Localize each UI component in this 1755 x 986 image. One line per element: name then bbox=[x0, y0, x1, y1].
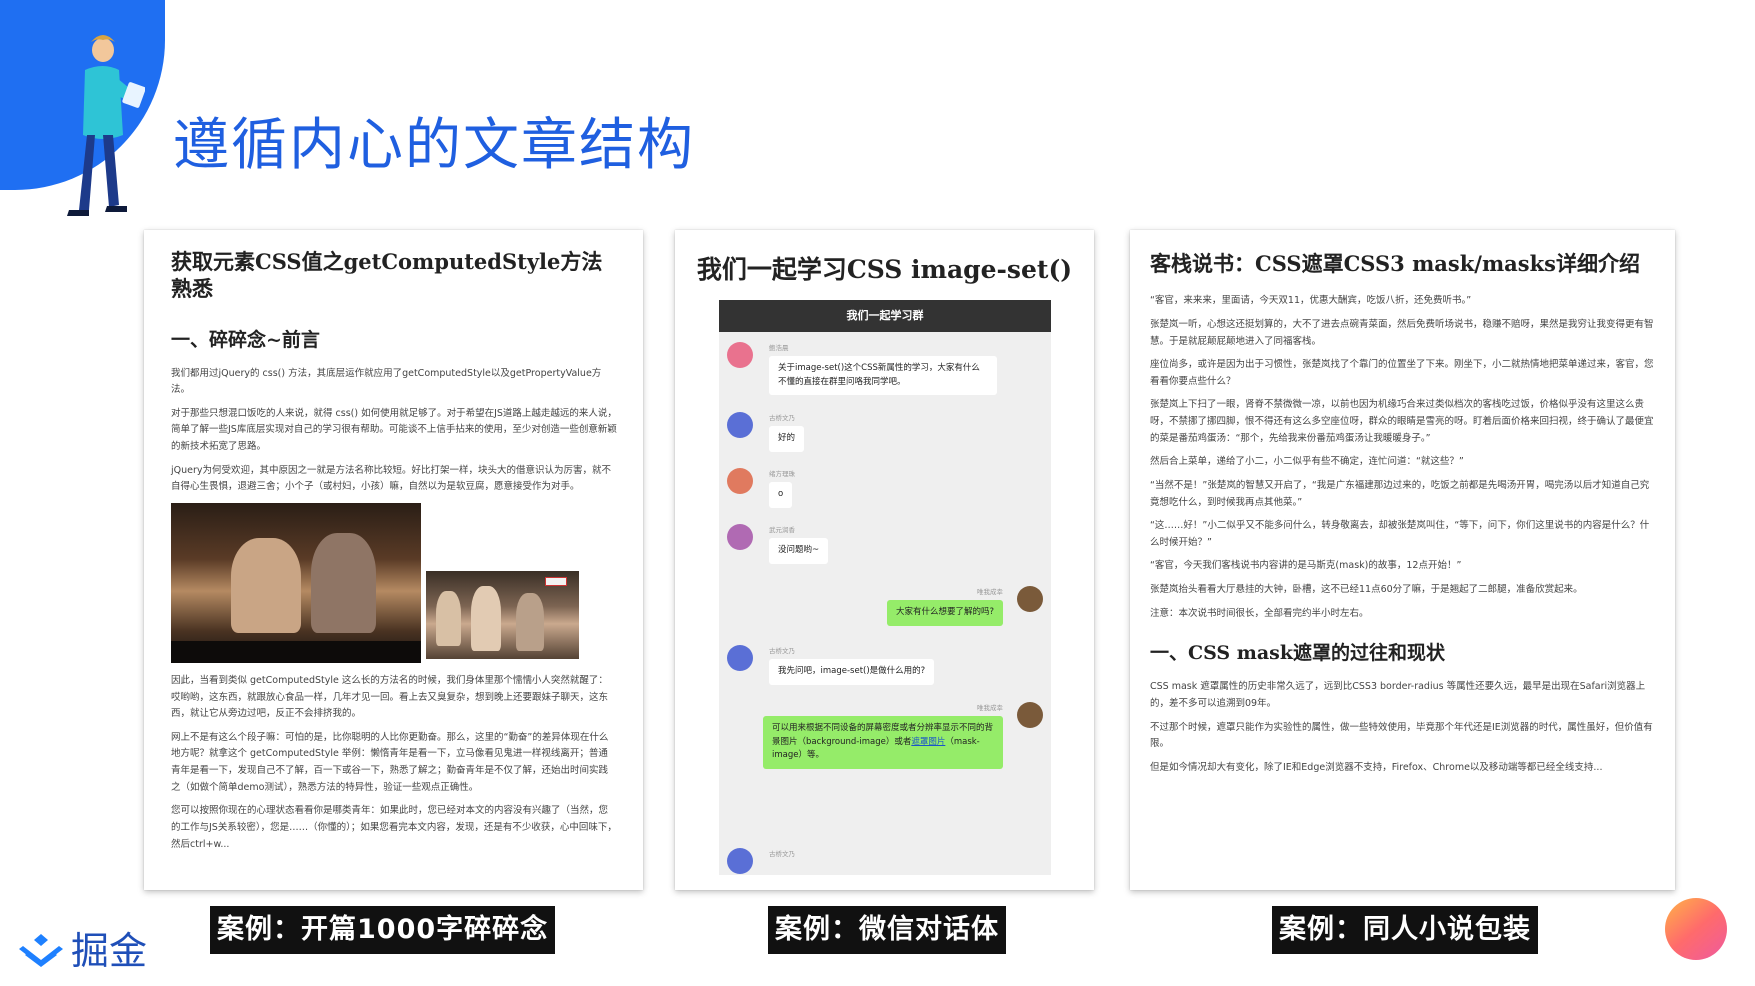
article-title: 我们一起学习CSS image-set() bbox=[696, 255, 1073, 284]
article-paragraph: 对于那些只想混口饭吃的人来说，就得 css() 如何使用就足够了。对于希望在JS… bbox=[171, 407, 617, 453]
chat-nickname: 唯我成幸 bbox=[977, 588, 1003, 596]
article-paragraph: 网上不是有这么个段子嘛：可怕的是，比你聪明的人比你更勤奋。那么，这里的“勤奋”的… bbox=[171, 731, 609, 793]
chat-bubble: o bbox=[769, 482, 793, 508]
avatar bbox=[727, 342, 753, 368]
mask-image-link[interactable]: 遮罩图片 bbox=[911, 737, 945, 747]
person-reading-illustration bbox=[67, 35, 145, 216]
article-title: 获取元素CSS值之getComputedStyle方法熟悉 bbox=[171, 249, 603, 302]
article-paragraph: 座位尚多，或许是因为出于习惯性，张楚岚找了个靠门的位置坐了下来。刚坐下，小二就热… bbox=[1150, 359, 1654, 387]
article-paragraph: “当然不是！”张楚岚的智慧又开启了，“我是广东福建那边过来的，吃饭之前都是先喝汤… bbox=[1150, 479, 1650, 508]
article-paragraph: 注意：本次说书时间很长，全部看完约半小时左右。 bbox=[1150, 607, 1369, 619]
article-paragraph: 张楚岚一听，心想这还挺划算的，大不了进去点碗青菜面，然后免费听场说书，稳赚不赔呀… bbox=[1150, 318, 1654, 347]
chat-bubble: 大家有什么想要了解的吗? bbox=[886, 600, 1003, 626]
juejin-logo: 掘金 bbox=[19, 932, 147, 970]
chat-bubble: 我先问吧，image-set()是做什么用的? bbox=[769, 659, 935, 685]
article-paragraph: 因此，当看到类似 getComputedStyle 这么长的方法名的时候，我们身… bbox=[171, 674, 609, 720]
chat-nickname: 古桥文乃 bbox=[769, 414, 795, 422]
article-paragraph: jQuery为何受欢迎，其中原因之一就是方法名称比较短。好比打架一样，块头大的借… bbox=[171, 464, 612, 493]
avatar bbox=[727, 412, 753, 438]
chat-bubble: 关于image-set()这个CSS新属性的学习，大家有什么不懂的直接在群里问咯… bbox=[769, 356, 997, 396]
article-paragraph: “客官，来来来，里面请，今天双11，优惠大酬宾，吃饭八折，还免费听书。” bbox=[1150, 295, 1472, 307]
article-heading: 一、CSS mask遮罩的过往和现状 bbox=[1150, 642, 1446, 665]
chat-nickname: 古桥文乃 bbox=[769, 850, 795, 858]
chat-bubble: 可以用来根据不同设备的屏幕密度或者分辨率显示不同的背景图片（background… bbox=[763, 716, 1003, 769]
chat-nickname: 武元润香 bbox=[769, 526, 795, 534]
article-paragraph: 不过那个时候，遮罩只能作为实验性的属性，做一些特效使用，毕竟那个年代还是IE浏览… bbox=[1150, 721, 1653, 750]
article-paragraph: “客官，今天我们客栈说书内容讲的是马斯克(mask)的故事，12点开始！” bbox=[1150, 560, 1462, 572]
movie-still-photo bbox=[171, 502, 421, 663]
chat-bubble: 好的 bbox=[769, 426, 805, 452]
movie-still-photo-small bbox=[426, 570, 579, 659]
avatar bbox=[1017, 586, 1043, 612]
avatar bbox=[727, 645, 753, 671]
article-heading: 一、碎碎念~前言 bbox=[171, 328, 320, 351]
avatar bbox=[727, 524, 753, 550]
caption-novel: 案例：同人小说包装 bbox=[1272, 906, 1538, 954]
article-paragraph: “这……好！”小二似乎又不能多问什么，转身敬离去，却被张楚岚叫住，“等下，问下，… bbox=[1150, 520, 1650, 548]
article-card-fragment: 获取元素CSS值之getComputedStyle方法熟悉 一、碎碎念~前言 我… bbox=[144, 230, 643, 890]
caption-wechat: 案例：微信对话体 bbox=[768, 906, 1006, 954]
chat-nickname: 古桥文乃 bbox=[769, 647, 795, 655]
gradient-circle-decoration bbox=[1665, 898, 1727, 960]
avatar bbox=[1017, 702, 1043, 728]
chat-nickname: 绪方理珠 bbox=[769, 470, 795, 478]
article-paragraph: 张楚岚抬头看看大厅悬挂的大钟，卧槽，这不已经11点60分了嘛，于是翘起了二郎腿，… bbox=[1150, 584, 1583, 596]
chat-header: 我们一起学习群 bbox=[719, 300, 1051, 332]
article-title: 客栈说书：CSS遮罩CSS3 mask/masks详细介绍 bbox=[1150, 251, 1640, 276]
wechat-chat-screenshot: 我们一起学习群 鲍浩晨 关于image-set()这个CSS新属性的学习，大家有… bbox=[719, 300, 1051, 875]
article-paragraph: 然后合上菜单，递给了小二，小二似乎有些不确定，连忙问道：“就这些？” bbox=[1150, 456, 1464, 468]
caption-fragment: 案例：开篇1000字碎碎念 bbox=[210, 906, 556, 954]
juejin-logo-icon bbox=[19, 934, 63, 967]
article-card-novel: 客栈说书：CSS遮罩CSS3 mask/masks详细介绍 “客官，来来来，里面… bbox=[1130, 230, 1675, 890]
logo-text: 掘金 bbox=[71, 929, 148, 973]
chat-nickname: 鲍浩晨 bbox=[769, 344, 789, 352]
article-paragraph: CSS mask 遮罩属性的历史非常久远了，远到比CSS3 border-rad… bbox=[1150, 681, 1646, 709]
article-photos bbox=[171, 502, 617, 663]
avatar bbox=[727, 468, 753, 494]
article-paragraph: 您可以按照你现在的心理状态看看你是哪类青年：如果此时，您已经对本文的内容没有兴趣… bbox=[171, 805, 617, 850]
chat-nickname: 唯我成幸 bbox=[977, 704, 1003, 712]
article-paragraph: 张楚岚上下扫了一眼，肾脊不禁微微一凉，以前也因为机缘巧合来过类似档次的客栈吃过饭… bbox=[1150, 399, 1654, 444]
chat-bubble: 没问题哟~ bbox=[769, 538, 829, 564]
avatar bbox=[727, 848, 753, 874]
article-card-wechat: 我们一起学习CSS image-set() 我们一起学习群 鲍浩晨 关于imag… bbox=[675, 230, 1094, 890]
slide-title: 遵循内心的文章结构 bbox=[173, 113, 695, 178]
article-paragraph: 我们都用过jQuery的 css() 方法，其底层运作就应用了getComput… bbox=[171, 367, 602, 396]
article-paragraph: 但是如今情况却大有变化，除了IE和Edge浏览器不支持，Firefox、Chro… bbox=[1150, 761, 1603, 773]
